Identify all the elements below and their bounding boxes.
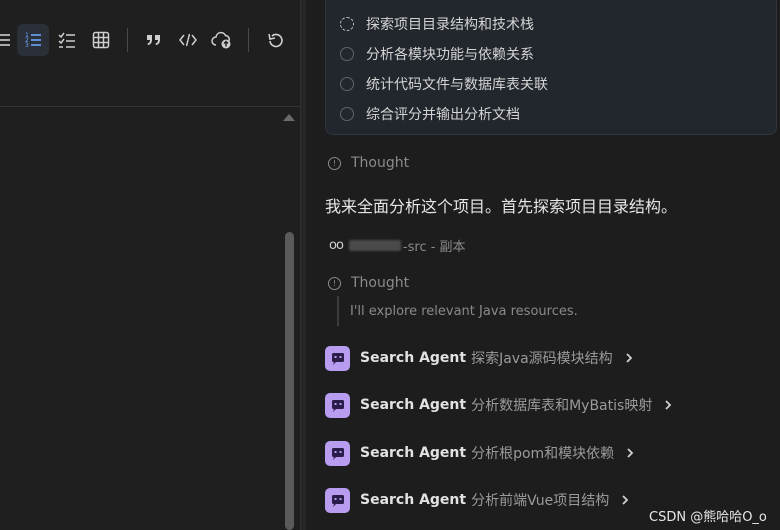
thought-header[interactable]: ! Thought (328, 275, 409, 291)
list-icon[interactable] (0, 24, 18, 56)
agent-chat-pane: 探索项目目录结构和技术栈 分析各模块功能与依赖关系 统计代码文件与数据库表关联 … (306, 0, 780, 530)
todo-card: 探索项目目录结构和技术栈 分析各模块功能与依赖关系 统计代码文件与数据库表关联 … (325, 0, 777, 135)
agent-task: 分析根pom和模块依赖 (471, 446, 615, 462)
watermark: CSDN @熊哈哈O_o (649, 510, 767, 525)
agent-name: Search Agent (360, 350, 467, 366)
todo-label: 统计代码文件与数据库表关联 (366, 77, 548, 93)
pending-circle-icon (340, 107, 354, 121)
editor-pane: 123 (0, 0, 300, 530)
search-agent-item[interactable]: Search Agent 探索Java源码模块结构 (325, 345, 635, 371)
agent-name: Search Agent (360, 492, 467, 508)
agent-chat-icon (325, 345, 350, 371)
chevron-right-icon (621, 493, 631, 507)
table-icon[interactable] (85, 24, 117, 56)
thought-label: Thought (351, 275, 410, 291)
pending-circle-icon (340, 47, 354, 61)
todo-label: 探索项目目录结构和技术栈 (366, 17, 534, 33)
chevron-right-icon (625, 351, 635, 365)
thought-icon: ! (328, 156, 341, 170)
agent-name: Search Agent (360, 397, 467, 413)
toolbar-separator (248, 28, 249, 52)
editor-content[interactable] (0, 107, 300, 530)
todo-label: 分析各模块功能与依赖关系 (366, 47, 534, 63)
toolbar-separator (127, 28, 128, 52)
todo-item: 分析各模块功能与依赖关系 (340, 44, 534, 64)
todo-item: 综合评分并输出分析文档 (340, 104, 520, 124)
editor-toolbar: 123 (0, 0, 300, 80)
thought-quote-bar (337, 296, 339, 326)
chevron-right-icon (626, 446, 636, 460)
undo-icon[interactable] (259, 24, 291, 56)
file-reference[interactable]: oo -src - 副本 (329, 236, 466, 255)
file-reference-suffix: -src - 副本 (402, 240, 466, 255)
pending-circle-icon (340, 77, 354, 91)
glasses-icon: oo (329, 238, 344, 253)
checklist-icon[interactable] (51, 24, 83, 56)
quote-icon[interactable] (138, 24, 170, 56)
search-agent-item[interactable]: Search Agent 分析前端Vue项目结构 (325, 487, 631, 513)
cloud-upload-icon[interactable] (206, 24, 238, 56)
agent-task: 分析数据库表和MyBatis映射 (471, 398, 653, 414)
agent-chat-icon (325, 440, 350, 466)
search-agent-item[interactable]: Search Agent 分析根pom和模块依赖 (325, 440, 636, 466)
scroll-up-arrow-icon[interactable] (283, 114, 295, 121)
search-agent-item[interactable]: Search Agent 分析数据库表和MyBatis映射 (325, 392, 674, 418)
agent-chat-icon (325, 487, 350, 513)
thought-header[interactable]: ! Thought (328, 155, 409, 171)
agent-name: Search Agent (360, 445, 467, 461)
thought-icon: ! (328, 276, 341, 290)
agent-task: 分析前端Vue项目结构 (471, 493, 610, 509)
todo-item: 统计代码文件与数据库表关联 (340, 74, 548, 94)
thought-label: Thought (351, 155, 410, 171)
todo-item: 探索项目目录结构和技术栈 (340, 14, 534, 34)
agent-task: 探索Java源码模块结构 (471, 351, 613, 367)
svg-text:3: 3 (25, 42, 29, 49)
thought-detail: I'll explore relevant Java resources. (350, 304, 578, 319)
redacted-filename (348, 240, 401, 251)
chevron-right-icon (664, 398, 674, 412)
numbered-list-icon[interactable]: 123 (17, 24, 49, 56)
agent-chat-icon (325, 392, 350, 418)
in-progress-icon (340, 17, 354, 31)
code-icon[interactable] (172, 24, 204, 56)
editor-scrollbar[interactable] (285, 232, 294, 530)
todo-label: 综合评分并输出分析文档 (366, 107, 520, 123)
assistant-message: 我来全面分析这个项目。首先探索项目目录结构。 (325, 197, 678, 216)
